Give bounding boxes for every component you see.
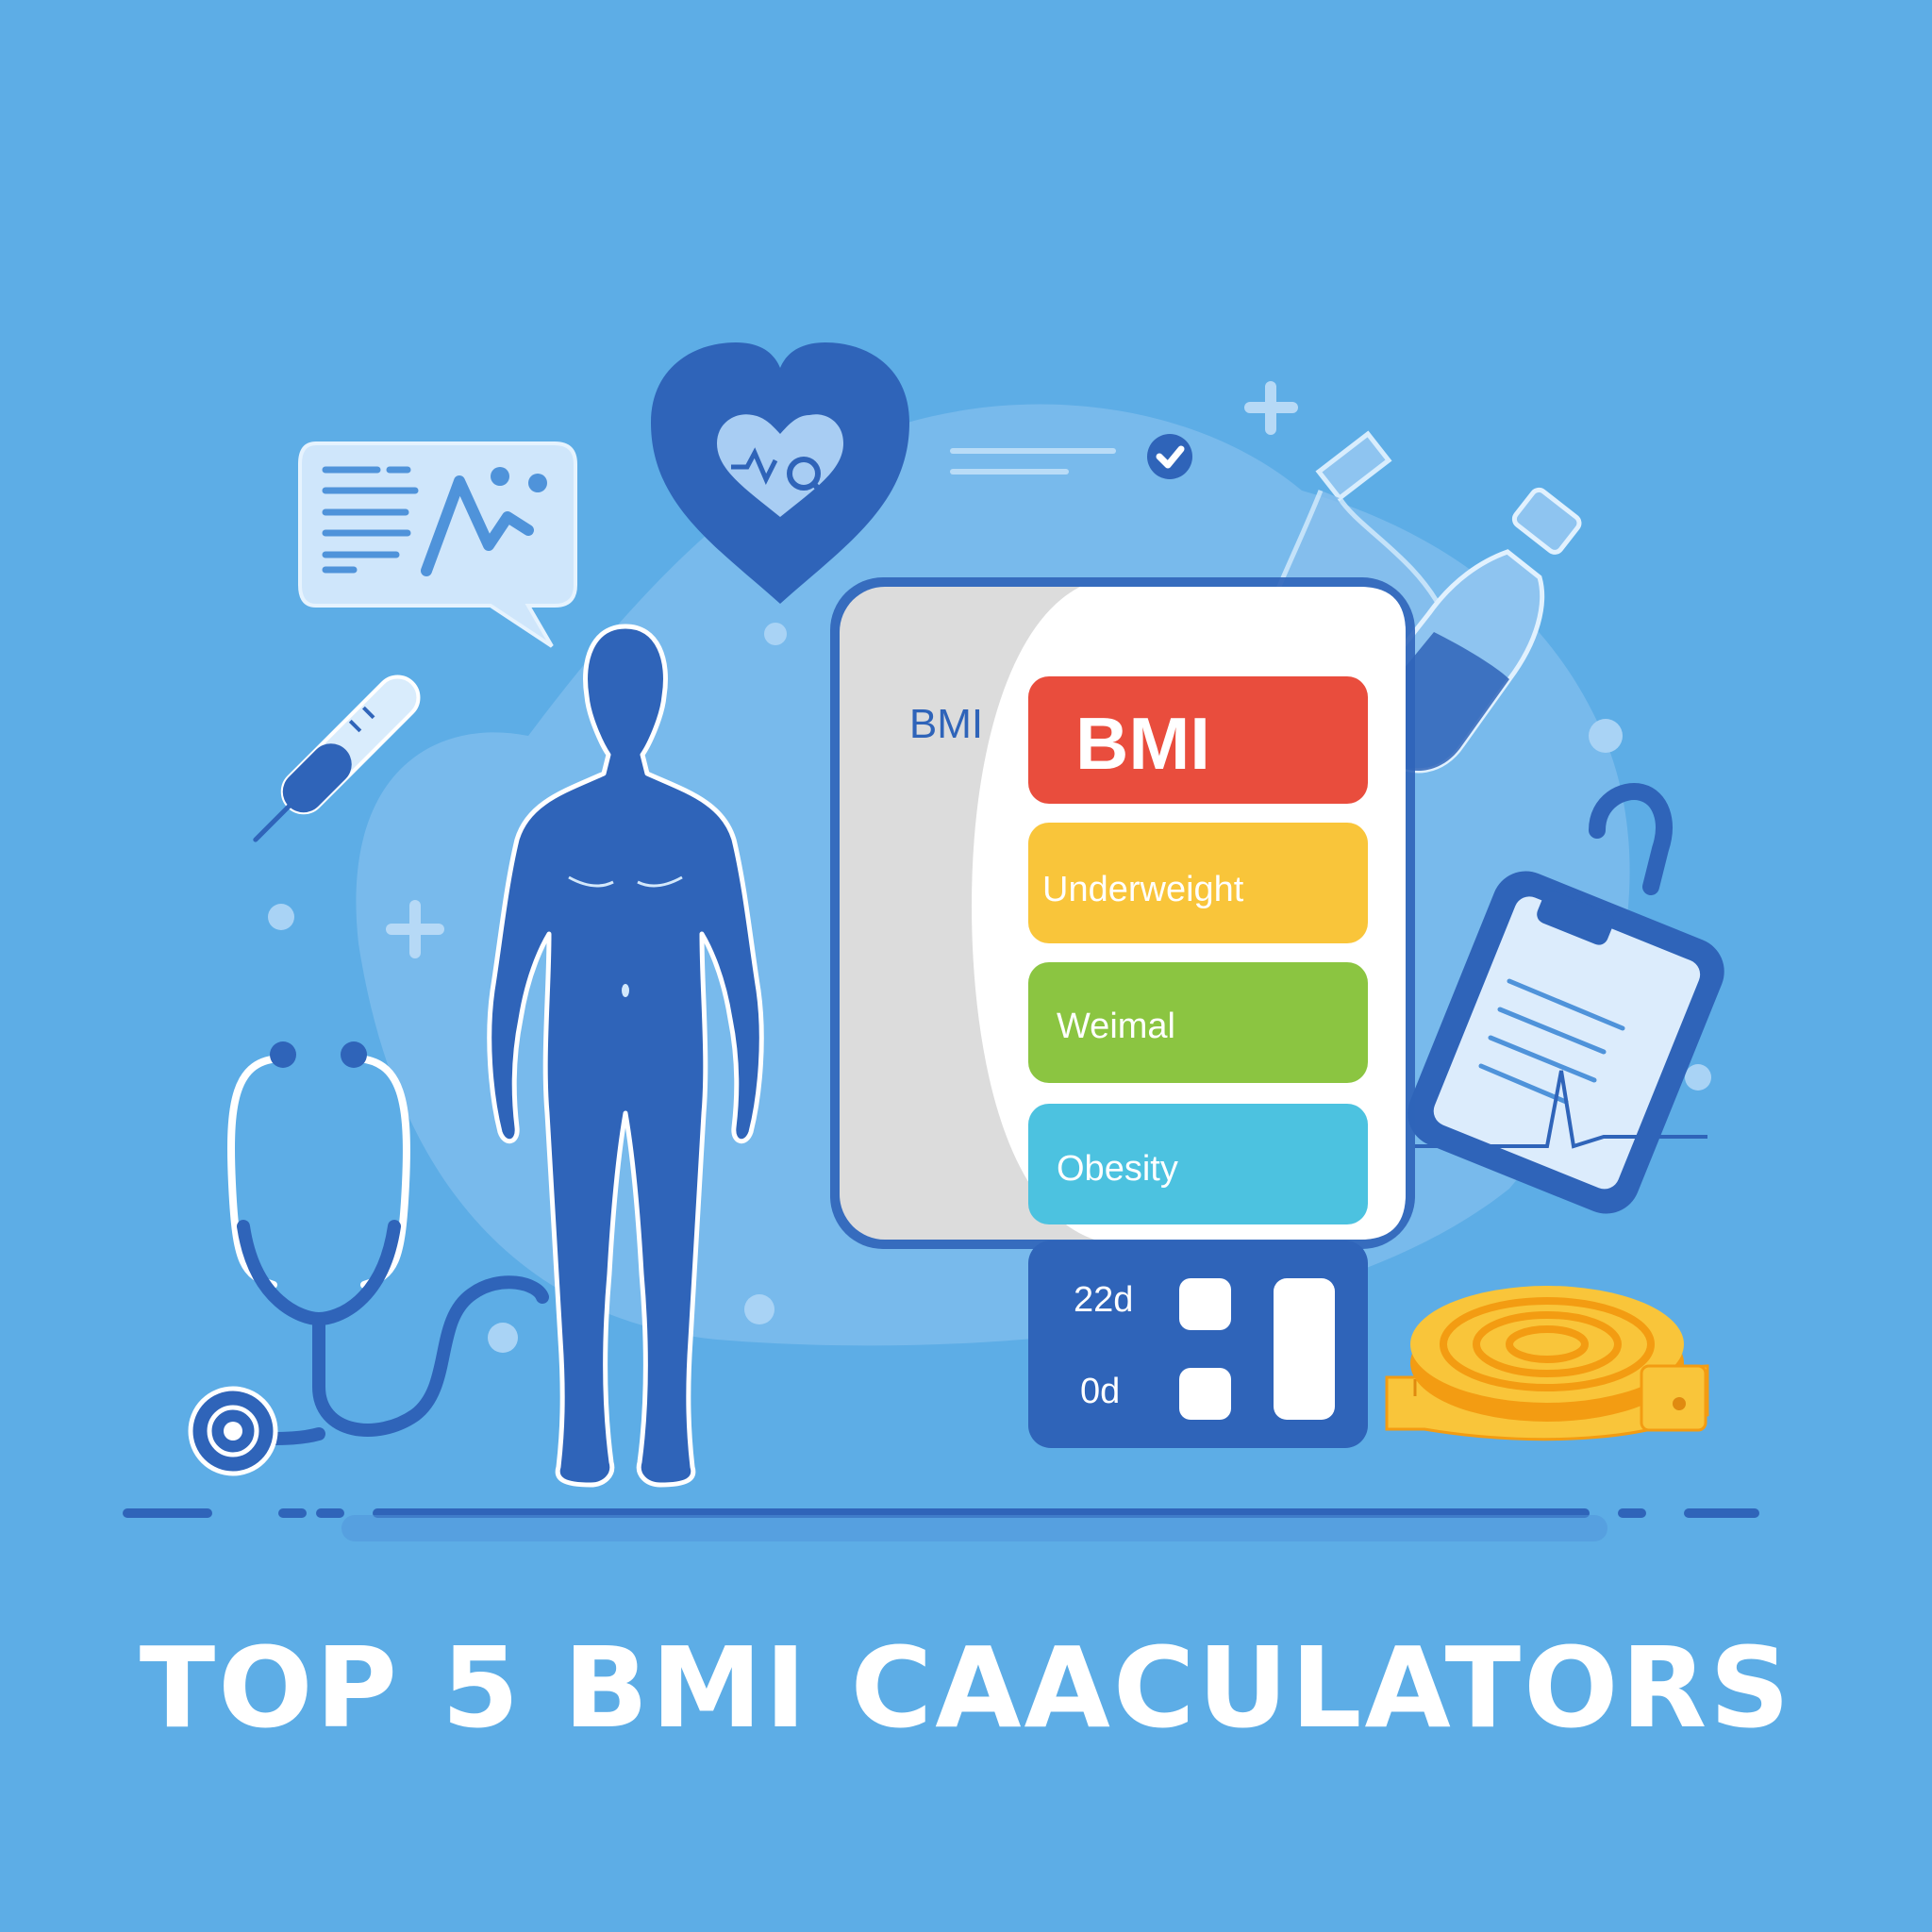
category-label-underweight: Underweight (1042, 870, 1244, 909)
chat-chart-icon (298, 441, 577, 648)
measuring-tape-icon (1385, 1286, 1709, 1441)
poster: BMI BMI Underweight Weimal Obesity 22d 0… (0, 0, 1932, 1932)
bmi-header-label: BMI (1075, 702, 1210, 785)
keypad-key-tall[interactable] (1274, 1278, 1335, 1420)
plus-icon (1244, 381, 1298, 435)
category-label-obesity: Obesity (1057, 1149, 1178, 1189)
keypad-key[interactable] (1179, 1278, 1231, 1330)
bottom-value-2: 0d (1080, 1372, 1120, 1411)
category-label-normal: Weimal (1057, 1007, 1175, 1046)
poster-title: TOP 5 BMI CAACULATORS (139, 1623, 1793, 1753)
phone-side-label: BMI (909, 701, 983, 747)
ground-shadow (341, 1515, 1607, 1541)
check-icon (1147, 434, 1192, 479)
keypad-key[interactable] (1179, 1368, 1231, 1420)
bottom-value-1: 22d (1074, 1280, 1133, 1320)
